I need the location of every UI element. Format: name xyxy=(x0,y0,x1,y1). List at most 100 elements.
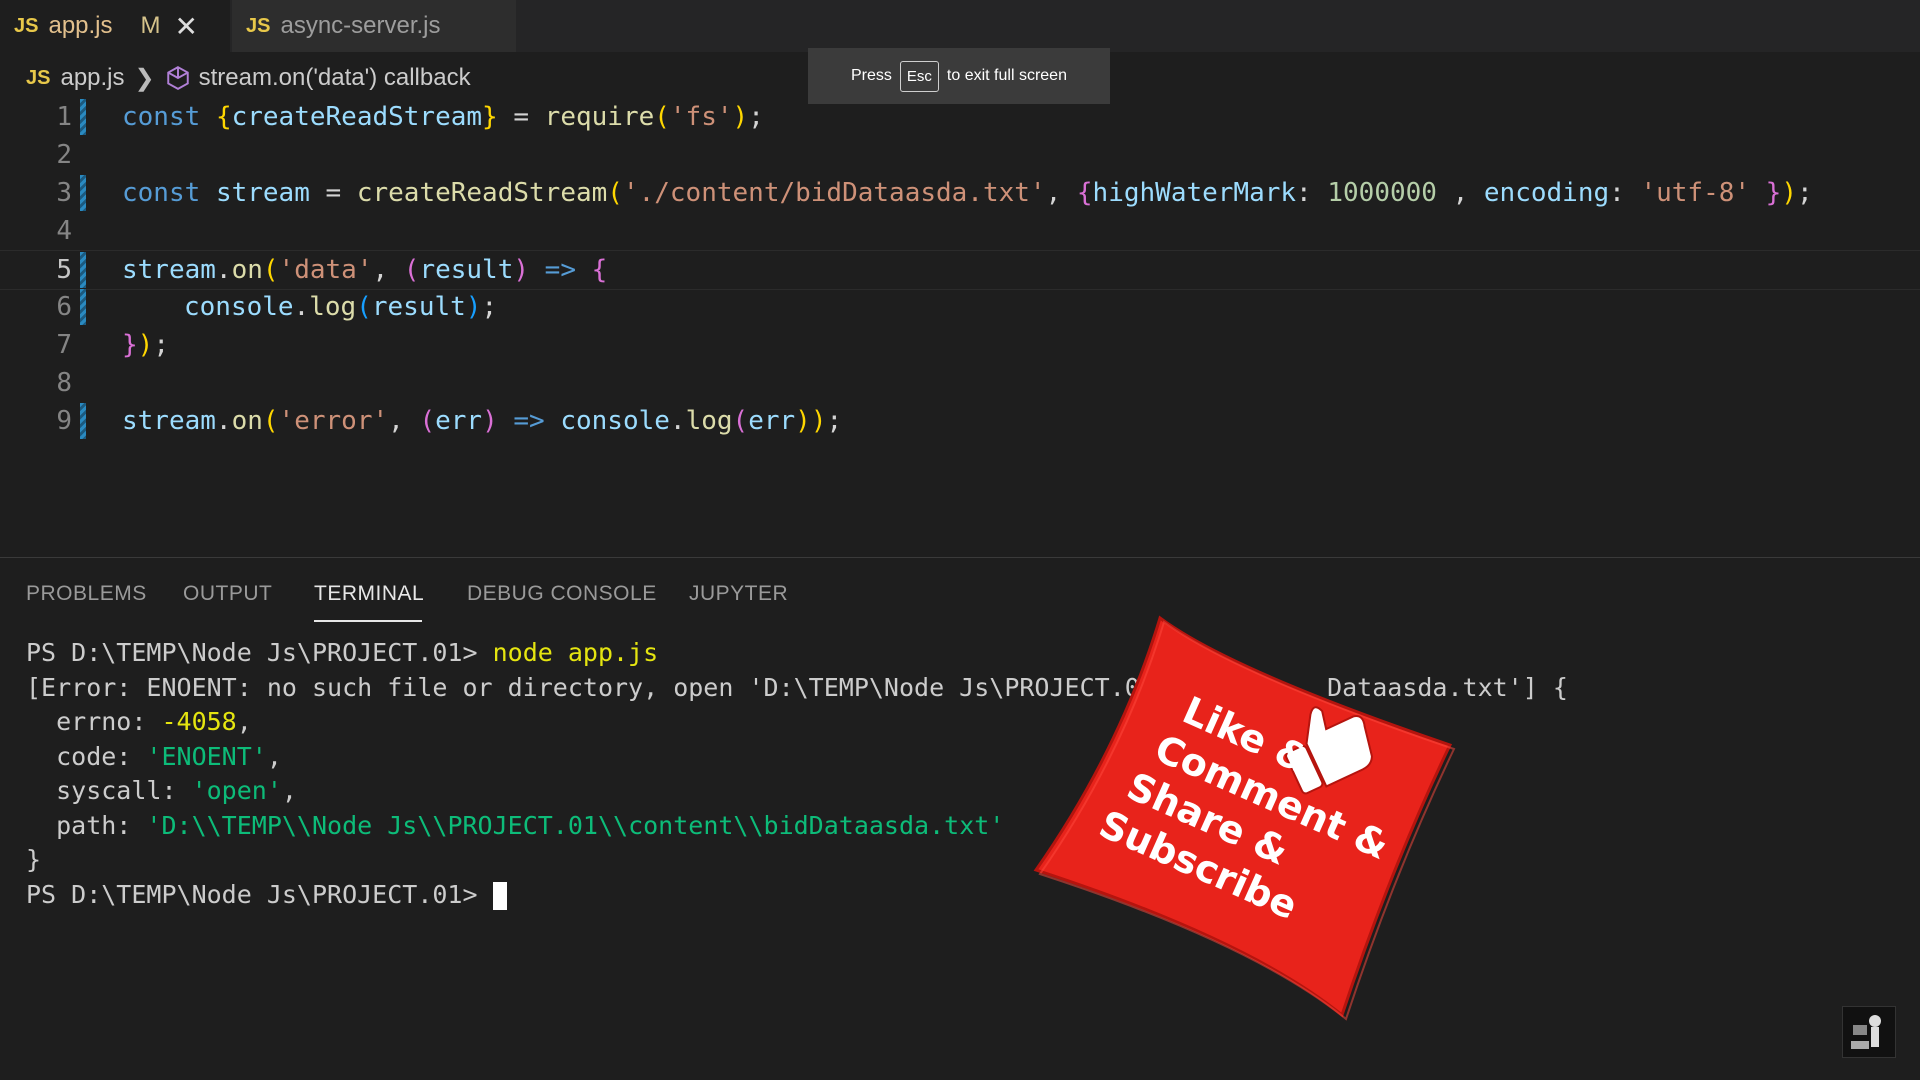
editor-tab-bar: JS app.js M ✕ JS async-server.js xyxy=(0,0,1920,52)
git-change-marker xyxy=(80,175,86,211)
code-line[interactable]: 7 }); xyxy=(0,326,1920,364)
fullscreen-notice: Press Esc to exit full screen xyxy=(808,48,1110,104)
git-change-marker xyxy=(80,252,86,288)
token: createReadStream xyxy=(231,102,483,132)
token: 1000000 xyxy=(1327,178,1437,208)
esc-key-label: Esc xyxy=(899,60,939,92)
token: { xyxy=(591,255,608,285)
token: ) xyxy=(137,330,154,360)
toast-text-before: Press xyxy=(851,67,892,84)
terminal-output[interactable]: PS D:\TEMP\Node Js\PROJECT.01> node app.… xyxy=(26,636,1906,912)
value: 'open' xyxy=(191,776,282,805)
token: , xyxy=(1045,178,1077,208)
token: } xyxy=(122,330,138,360)
code-line-current[interactable]: 5 stream.on('data', (result) => { xyxy=(0,250,1920,290)
token: ; xyxy=(748,102,764,132)
code-text: const stream = createReadStream('./conte… xyxy=(122,178,1813,208)
token: console xyxy=(184,292,294,322)
code-line[interactable]: 8 xyxy=(0,364,1920,402)
token: err xyxy=(435,406,483,436)
token: ) xyxy=(465,292,482,322)
code-line[interactable]: 6 console.log(result); xyxy=(0,288,1920,326)
js-file-icon: JS xyxy=(246,14,271,37)
token: ( xyxy=(403,255,420,285)
punct: , xyxy=(266,741,282,771)
token: . xyxy=(215,406,232,436)
key: syscall: xyxy=(26,776,192,805)
code-text: }); xyxy=(122,330,169,360)
value: 'ENOENT' xyxy=(146,741,267,771)
token: { xyxy=(1076,178,1093,208)
token: stream xyxy=(122,406,216,436)
tab-app-js[interactable]: JS app.js M ✕ xyxy=(0,0,230,52)
tab-output[interactable]: OUTPUT xyxy=(183,582,272,606)
js-file-icon: JS xyxy=(14,14,39,37)
code-line[interactable]: 4 xyxy=(0,212,1920,250)
code-line[interactable]: 1 const {createReadStream} = require('fs… xyxy=(0,98,1920,136)
code-text: console.log(result); xyxy=(184,292,497,322)
tab-debug-console[interactable]: DEBUG CONSOLE xyxy=(467,582,657,606)
token: require xyxy=(544,102,655,132)
close-icon[interactable]: ✕ xyxy=(175,10,198,43)
token: 'error' xyxy=(278,406,389,436)
tab-terminal[interactable]: TERMINAL xyxy=(314,582,424,606)
line-number: 4 xyxy=(56,216,72,246)
token: 'utf-8' xyxy=(1640,178,1751,208)
line-number: 1 xyxy=(56,102,72,132)
line-number: 2 xyxy=(56,140,72,170)
token: ( xyxy=(419,406,436,436)
token: ( xyxy=(262,255,279,285)
token: ; xyxy=(826,406,843,436)
token: ( xyxy=(732,406,749,436)
terminal-line: code: 'ENOENT', xyxy=(26,740,1906,775)
line-number: 9 xyxy=(56,406,72,436)
line-number: 5 xyxy=(56,255,72,285)
terminal-line: [Error: ENOENT: no such file or director… xyxy=(26,671,1906,706)
git-change-marker xyxy=(80,403,86,439)
value: -4058 xyxy=(161,707,237,736)
code-text: stream.on('error', (err) => console.log(… xyxy=(122,406,842,436)
breadcrumb-file[interactable]: app.js xyxy=(60,64,124,92)
tab-problems[interactable]: PROBLEMS xyxy=(26,582,147,606)
line-number: 7 xyxy=(56,330,72,360)
token: . xyxy=(215,255,232,285)
token: : xyxy=(1609,178,1641,208)
code-line[interactable]: 2 xyxy=(0,136,1920,174)
breadcrumb-symbol[interactable]: stream.on('data') callback xyxy=(199,64,471,92)
key: path: xyxy=(26,810,147,840)
line-number: 8 xyxy=(56,368,72,398)
token: : xyxy=(1296,178,1328,208)
git-change-marker xyxy=(80,99,86,135)
brace: } xyxy=(26,845,42,874)
terminal-line: PS D:\TEMP\Node Js\PROJECT.01> xyxy=(26,878,1906,913)
token: on xyxy=(231,255,263,285)
key: code: xyxy=(26,741,147,771)
token: log xyxy=(685,406,733,436)
line-number: 6 xyxy=(56,292,72,322)
token: ) xyxy=(482,406,498,436)
token: => xyxy=(497,406,561,436)
terminal-line: path: 'D:\\TEMP\\Node Js\\PROJECT.01\\co… xyxy=(26,809,1906,844)
token: ; xyxy=(481,292,498,322)
code-editor[interactable]: 1 const {createReadStream} = require('fs… xyxy=(0,98,1920,553)
line-number: 3 xyxy=(56,178,72,208)
active-tab-indicator xyxy=(314,620,422,622)
git-change-marker xyxy=(80,289,86,325)
code-line[interactable]: 3 const stream = createReadStream('./con… xyxy=(0,174,1920,212)
tab-jupyter[interactable]: JUPYTER xyxy=(689,582,788,606)
tab-label: async-server.js xyxy=(280,12,441,39)
token: ) xyxy=(513,255,530,285)
terminal-line: errno: -4058, xyxy=(26,705,1906,740)
token: highWaterMark xyxy=(1092,178,1297,208)
token: stream xyxy=(122,255,216,285)
toast-text-after: to exit full screen xyxy=(946,67,1067,84)
token: result xyxy=(419,255,514,285)
code-line[interactable]: 9 stream.on('error', (err) => console.lo… xyxy=(0,402,1920,440)
command: node app.js xyxy=(492,638,659,667)
tab-async-server-js[interactable]: JS async-server.js xyxy=(232,0,516,52)
token: on xyxy=(231,406,263,436)
js-file-icon: JS xyxy=(26,66,51,89)
token: log xyxy=(309,292,357,322)
token: ( xyxy=(607,178,623,208)
tab-label: app.js xyxy=(48,12,113,39)
